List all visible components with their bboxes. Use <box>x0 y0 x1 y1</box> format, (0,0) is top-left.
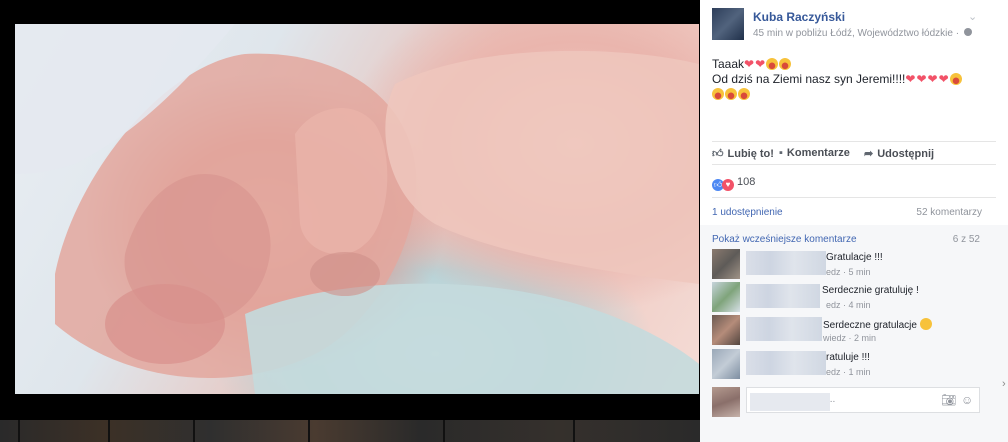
commenter-name-redacted <box>746 284 820 308</box>
comment-text: Gratulacje !!! <box>826 252 883 263</box>
shares-count[interactable]: 1 udostępnienie <box>712 207 783 218</box>
like-button[interactable]: 👍︎ Lubię to! <box>712 147 774 160</box>
comment-item: Gratulacje !!! edz · 5 min <box>712 249 992 281</box>
post-photo[interactable] <box>15 24 699 394</box>
divider <box>712 197 996 198</box>
comment-meta[interactable]: wiedz · 2 min <box>823 333 876 343</box>
commenter-avatar[interactable] <box>712 249 740 279</box>
thumbs-up-icon: 👍︎ <box>712 148 724 160</box>
commenter-name-redacted <box>746 317 822 341</box>
camera-icon[interactable]: 📷︎ <box>941 393 956 407</box>
commenter-avatar[interactable] <box>712 315 740 345</box>
comment-button[interactable]: ▪ Komentarze <box>779 147 850 159</box>
commenter-name-redacted <box>746 351 826 375</box>
heart-eyes-emoji <box>779 58 792 70</box>
photo-viewer <box>0 0 700 442</box>
comment-text: ratuluje !!! <box>826 352 870 363</box>
heart-emoji: ❤ <box>905 72 916 86</box>
post-actions-bar: 👍︎ Lubię to! ▪ Komentarze ➦ Udostępnij <box>712 141 996 165</box>
comment-text: Serdeczne gratulacje <box>823 318 932 331</box>
heart-eyes-emoji <box>766 58 779 70</box>
comment-text: Serdecznie gratuluję ! <box>822 285 919 296</box>
comment-meta[interactable]: edz · 4 min <box>826 300 871 310</box>
current-user-avatar <box>712 387 740 417</box>
smiley-icon[interactable]: ☺ <box>961 393 973 407</box>
heart-eyes-emoji <box>712 88 724 100</box>
heart-emoji: ❤ <box>744 57 755 71</box>
speech-bubble-icon: ▪ <box>779 147 783 159</box>
comment-item: Serdeczne gratulacje wiedz · 2 min <box>712 315 992 347</box>
comment-item: ratuluje !!! edz · 1 min <box>712 349 992 381</box>
commenter-avatar[interactable] <box>712 349 740 379</box>
commenter-name-redacted <box>746 251 826 275</box>
photo-thumbnail-strip[interactable] <box>0 420 700 442</box>
post-side-panel: Kuba Raczyński 45 min w pobliżu Łódź, Wo… <box>700 0 1008 442</box>
author-name[interactable]: Kuba Raczyński <box>753 10 845 24</box>
heart-emoji: ❤ <box>916 72 927 86</box>
heart-eyes-emoji <box>725 88 737 100</box>
heart-emoji: ❤ <box>938 72 949 86</box>
heart-eyes-emoji <box>738 88 750 100</box>
comments-pager: 6 z 52 <box>952 234 980 245</box>
reactions-summary[interactable]: 👍︎ ♥ 108 <box>712 176 755 191</box>
show-previous-comments-link[interactable]: Pokaż wcześniejsze komentarze <box>712 234 857 245</box>
comments-section: Pokaż wcześniejsze komentarze 6 z 52 Gra… <box>700 225 1008 442</box>
comment-meta[interactable]: edz · 1 min <box>826 367 871 377</box>
share-button[interactable]: ➦ Udostępnij <box>864 147 934 160</box>
comments-count[interactable]: 52 komentarzy <box>914 207 982 218</box>
heart-emoji: ❤ <box>755 57 766 71</box>
post-text: Taaak❤❤ Od dziś na Ziemi nasz syn Jeremi… <box>712 57 1002 102</box>
globe-icon <box>963 28 972 36</box>
comment-meta[interactable]: edz · 5 min <box>826 267 871 277</box>
commenter-avatar[interactable] <box>712 282 740 312</box>
heart-emoji: ❤ <box>927 72 938 86</box>
author-avatar[interactable] <box>712 8 744 40</box>
chevron-down-icon[interactable]: ⌄ <box>968 10 977 23</box>
comment-item: Serdecznie gratuluję ! edz · 4 min <box>712 282 992 314</box>
redacted-area <box>750 393 830 411</box>
smiley-emoji <box>919 318 932 330</box>
close-icon[interactable]: › <box>1002 378 1006 390</box>
love-reaction-icon: ♥ <box>722 179 734 191</box>
heart-eyes-emoji <box>949 73 962 85</box>
post-meta: 45 min w pobliżu Łódź, Województwo łódzk… <box>753 28 972 39</box>
share-arrow-icon: ➦ <box>864 148 874 160</box>
photo-illustration <box>15 24 699 394</box>
